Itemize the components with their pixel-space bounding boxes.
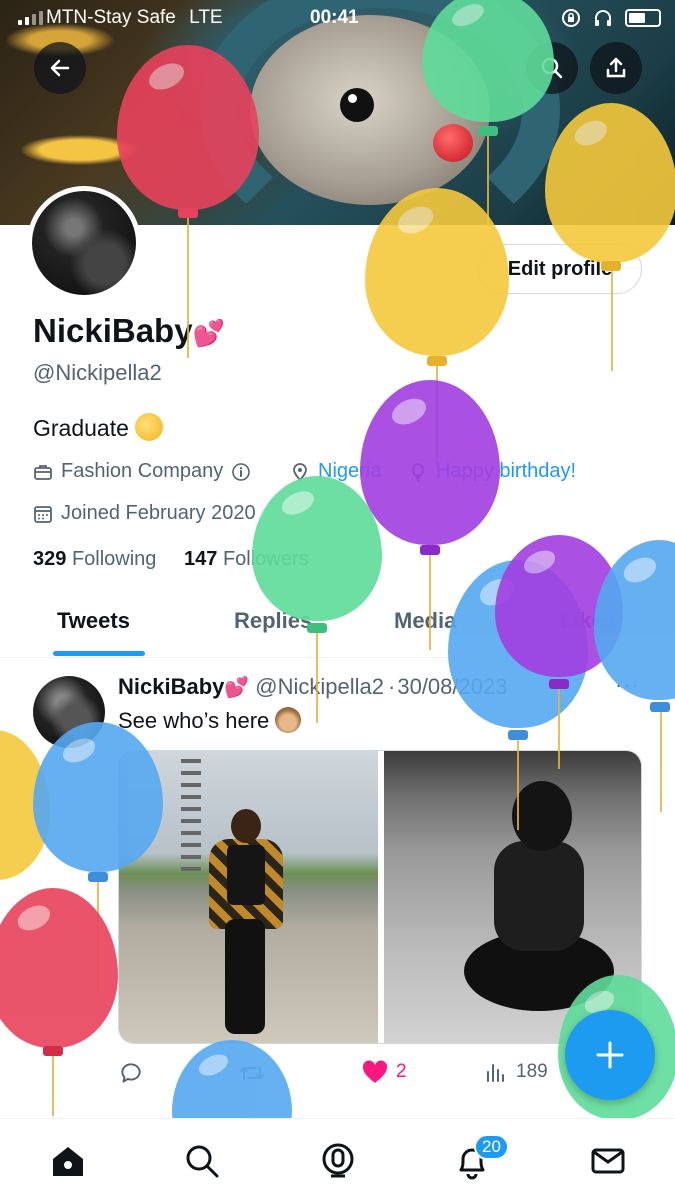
tweet-separator: · [388, 674, 396, 699]
tab-media[interactable]: Media [394, 608, 456, 634]
balloon-icon [412, 462, 424, 482]
headphones-icon [595, 10, 611, 26]
envelope-icon [591, 1148, 625, 1174]
profile-avatar[interactable] [27, 186, 141, 300]
status-icons [561, 8, 661, 28]
tweet-avatar[interactable] [33, 676, 105, 748]
view-count: 189 [516, 1061, 548, 1082]
profile-tabs: Tweets Replies Media Likes [0, 598, 675, 658]
tweet-photo-2[interactable] [384, 751, 641, 1043]
retweet-button[interactable] [238, 1060, 266, 1086]
following-label: Following [71, 548, 157, 570]
rotation-lock-icon [562, 9, 580, 27]
two-hearts-icon: 💕 [224, 677, 250, 699]
profile-joined: Joined February 2020 [33, 502, 256, 525]
battery-icon [625, 9, 661, 27]
spaces-icon [322, 1143, 354, 1178]
tweet-photo-1[interactable] [119, 751, 378, 1043]
face-with-hand-emoji-icon [134, 413, 163, 441]
nav-messages[interactable] [586, 1139, 630, 1183]
profile-name-text: NickiBaby [33, 312, 193, 349]
notifications-badge: 20 [474, 1134, 509, 1160]
active-tab-indicator [53, 651, 145, 656]
more-options-icon[interactable]: ··· [615, 672, 640, 698]
arrow-left-icon [50, 59, 70, 77]
bio-text: Graduate [33, 415, 129, 441]
followers-label: Followers [222, 548, 309, 570]
nav-spaces[interactable] [316, 1139, 360, 1183]
carrier-label: MTN-Stay Safe LTE [46, 7, 223, 29]
like-count: 2 [396, 1061, 407, 1082]
profile-work: Fashion Company [33, 460, 251, 483]
birthday-text[interactable]: Happy birthday! [436, 460, 576, 483]
edit-profile-button[interactable]: Edit profile [478, 244, 642, 294]
location-pin-icon [293, 462, 307, 481]
profile-name: NickiBaby💕 [33, 312, 225, 350]
joined-text: Joined February 2020 [61, 502, 256, 524]
plus-icon [596, 1041, 624, 1069]
tweet-date: 30/08/2023 [397, 674, 508, 699]
calendar-icon [34, 505, 52, 523]
photo-person [424, 781, 624, 1031]
share-icon [606, 57, 626, 78]
banner-mouse-eye [340, 88, 374, 122]
retweet-icon [240, 1066, 264, 1080]
status-bar: MTN-Stay Safe LTE 00:41 [0, 0, 675, 36]
followers-count: 147 [184, 548, 218, 570]
work-text: Fashion Company [61, 460, 224, 482]
profile-location: Nigeria [290, 460, 381, 483]
tweet-header: NickiBaby💕 @Nickipella2·30/08/2023 [118, 674, 507, 700]
search-button[interactable] [526, 42, 578, 94]
views-button[interactable]: 189 [484, 1060, 548, 1084]
network-type: LTE [189, 7, 223, 28]
tweet-media [118, 750, 642, 1044]
share-button[interactable] [590, 42, 642, 94]
tab-replies[interactable]: Replies [234, 608, 312, 634]
tab-tweets[interactable]: Tweets [57, 608, 130, 634]
info-icon[interactable] [231, 462, 251, 482]
search-icon [186, 1145, 219, 1178]
briefcase-icon [34, 464, 52, 480]
status-time: 00:41 [310, 7, 359, 28]
search-icon [541, 57, 563, 79]
tweet-text-content: See who’s here [118, 708, 270, 733]
following-link[interactable]: 329 Following [33, 548, 156, 571]
photo-tower [181, 751, 201, 871]
bar-chart-icon [487, 1064, 504, 1082]
location-text: Nigeria [318, 460, 382, 482]
tweet-actions: 2 189 [118, 1058, 558, 1088]
signal-icon [18, 11, 43, 25]
tab-likes[interactable]: Likes [560, 608, 616, 634]
following-count: 329 [33, 548, 67, 570]
tweet-handle: @Nickipella2 [255, 674, 385, 699]
back-button[interactable] [34, 42, 86, 94]
bottom-navigation [0, 1118, 675, 1200]
heart-icon [362, 1060, 388, 1083]
tweet-author[interactable]: NickiBaby [118, 674, 224, 699]
see-no-evil-monkey-icon [275, 707, 302, 733]
reply-button[interactable] [118, 1060, 144, 1086]
profile-bio: Graduate [33, 413, 163, 442]
followers-link[interactable]: 147 Followers [184, 548, 309, 571]
photo-person [201, 809, 291, 1039]
nav-home[interactable] [46, 1139, 90, 1183]
two-hearts-icon: 💕 [192, 318, 225, 348]
profile-birthday: Happy birthday! [408, 460, 576, 483]
compose-tweet-button[interactable] [565, 1010, 655, 1100]
carrier-name: MTN-Stay Safe [46, 7, 176, 28]
profile-handle: @Nickipella2 [33, 360, 162, 385]
comment-icon [121, 1063, 141, 1083]
home-icon [53, 1147, 83, 1176]
banner-mouse-nose [433, 124, 473, 162]
nav-search[interactable] [180, 1139, 224, 1183]
like-button[interactable]: 2 [362, 1060, 407, 1084]
tweet-text: See who’s here [118, 707, 302, 734]
